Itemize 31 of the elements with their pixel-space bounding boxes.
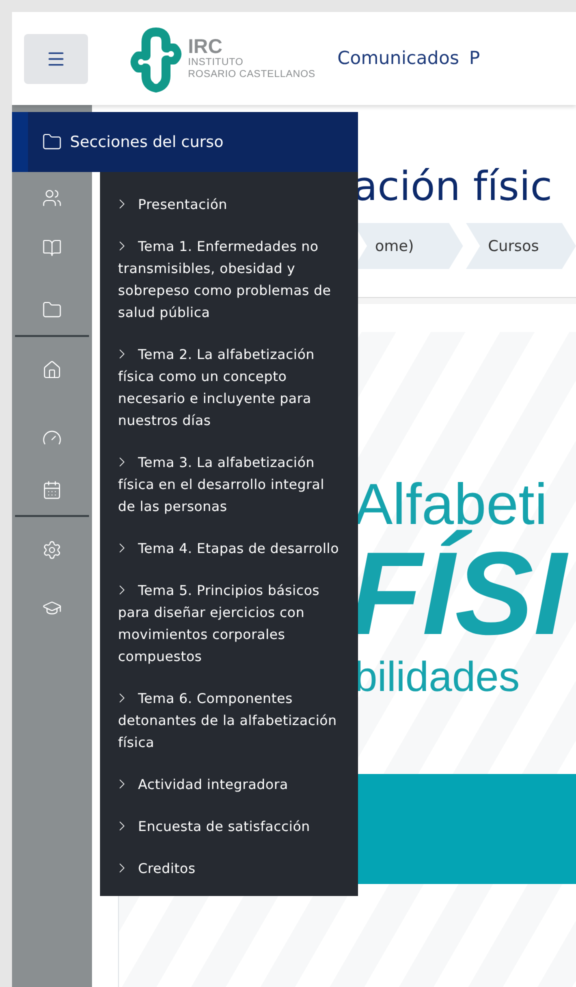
calendar-button[interactable] (41, 479, 63, 501)
book-icon (42, 238, 62, 258)
section-link[interactable]: Creditos (118, 858, 344, 880)
banner-text: bilidades (354, 652, 521, 702)
section-link[interactable]: Tema 6. Componentes detonantes de la alfabetización física (118, 688, 344, 754)
book-button[interactable] (41, 237, 63, 259)
menu-button[interactable] (24, 34, 88, 84)
folder-icon (42, 300, 62, 320)
section-link[interactable]: Actividad integradora (118, 774, 344, 796)
breadcrumb-item[interactable]: Cursos (466, 223, 576, 269)
nav-link[interactable]: P (469, 48, 480, 69)
home-icon (42, 360, 62, 380)
section-link[interactable]: Tema 1. Enfermedades no transmisibles, obesidad y sobrepeso como problemas de salud pública (118, 236, 344, 324)
section-link[interactable]: Tema 2. La alfabetización física como un concepto necesario e incluyente para nuestros días (118, 344, 344, 432)
section-link[interactable]: Tema 5. Principios básicos para diseñar ejercicios con movimientos corporales compuestos (118, 580, 344, 668)
settings-button[interactable] (41, 539, 63, 561)
sections-menu-button[interactable]: Secciones del curso (12, 112, 358, 172)
nav-link[interactable]: Comunicados (337, 48, 460, 69)
home-button[interactable] (41, 359, 63, 381)
section-link[interactable]: Encuesta de satisfacción (118, 816, 344, 838)
users-button[interactable] (41, 187, 63, 209)
settings-icon (42, 540, 62, 560)
folder-icon (42, 132, 62, 152)
section-link[interactable]: Presentación (118, 194, 344, 216)
users-icon (42, 188, 62, 208)
logo-subtitle: INSTITUTO (188, 56, 244, 68)
logo-title: IRC (188, 36, 224, 56)
section-link[interactable]: Tema 3. La alfabetización física en el desarrollo integral de las personas (118, 452, 344, 518)
section-link[interactable]: Tema 4. Etapas de desarrollo (118, 538, 344, 560)
logo-subtitle: ROSARIO CASTELLANOS (188, 68, 316, 80)
calendar-icon (42, 480, 62, 500)
